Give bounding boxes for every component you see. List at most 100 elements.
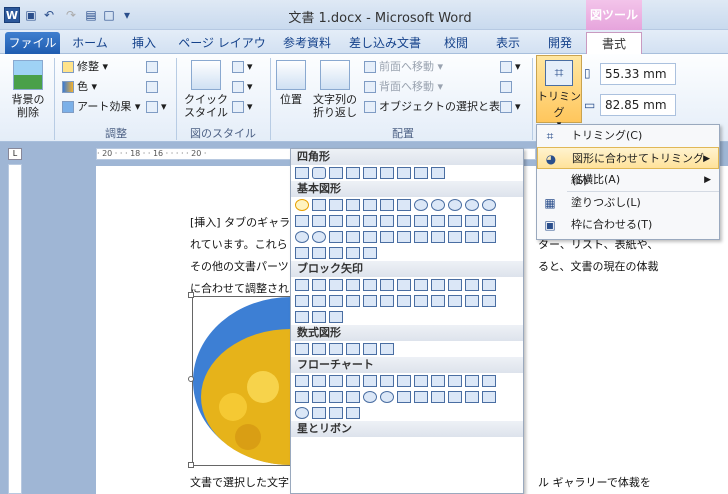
crop-icon: ⌗ [545, 60, 573, 86]
compress-icon[interactable] [146, 58, 161, 76]
selection-pane-button[interactable]: オブジェクトの選択と表示 [364, 98, 511, 116]
menu-item-fit[interactable]: ▣ 枠に合わせる(T) [537, 214, 719, 236]
group-button[interactable] [500, 78, 515, 96]
group-icon [500, 81, 512, 93]
arrange-group-label: 配置 [392, 127, 414, 140]
picture-tools-context: 図ツール [586, 0, 642, 30]
fill-icon: ▦ [544, 196, 556, 210]
redo-icon[interactable]: ↷ [64, 8, 78, 22]
correct-button[interactable]: 修整 ▾ [62, 58, 108, 76]
doc-line-2[interactable]: れています。これら [190, 236, 288, 252]
tab-view[interactable]: 表示 [486, 32, 530, 54]
flowchart-row-1[interactable] [291, 373, 523, 389]
doc-line-1[interactable]: [挿入] タブのギャラ [190, 214, 290, 230]
resize-handle[interactable] [188, 376, 194, 382]
crop-dropdown-menu: ⌗ トリミング(C) ◕ 図形に合わせてトリミング(S) ▶ 縦横比(A) ▶ … [536, 124, 720, 240]
section-basic-shapes: 基本図形 [291, 181, 523, 197]
tab-page-layout[interactable]: ページ レイアウト [176, 32, 268, 72]
position-icon [276, 60, 306, 90]
tab-file[interactable]: ファイル [5, 32, 60, 54]
basic-shapes-row-2[interactable] [291, 213, 523, 229]
art-effects-label: アート効果 [77, 100, 132, 113]
basic-shapes-row-4[interactable] [291, 245, 523, 261]
rotate-icon [500, 101, 512, 113]
doc-line-5-end[interactable]: ル ギャラリーで体裁を [538, 474, 651, 490]
wrap-text-icon [320, 60, 350, 90]
reset-picture-icon[interactable]: ▾ [146, 98, 167, 116]
align-button[interactable]: ▾ [500, 58, 521, 76]
word-logo-icon[interactable]: W [4, 7, 20, 23]
vertical-ruler[interactable] [8, 164, 22, 494]
ribbon-separator [176, 58, 177, 140]
tab-references[interactable]: 参考資料 [278, 32, 336, 54]
basic-shapes-row-3[interactable] [291, 229, 523, 245]
new-document-icon[interactable]: □ [102, 8, 116, 22]
rectangle-shapes-row[interactable] [291, 165, 523, 181]
section-equation-shapes: 数式図形 [291, 325, 523, 341]
tab-developer[interactable]: 開発 [538, 32, 582, 54]
bring-forward-button[interactable]: 前面へ移動 ▾ [364, 58, 443, 76]
flowchart-row-3[interactable] [291, 405, 523, 421]
shape-crop-icon: ◕ [545, 152, 557, 166]
fit-icon: ▣ [544, 218, 556, 232]
rotate-button[interactable]: ▾ [500, 98, 521, 116]
equation-shapes-row[interactable] [291, 341, 523, 357]
quick-styles-button[interactable]: クイック スタイル [182, 60, 230, 119]
block-arrows-row-1[interactable] [291, 277, 523, 293]
tab-format[interactable]: 書式 [586, 32, 642, 54]
selection-pane-label: オブジェクトの選択と表示 [379, 100, 511, 113]
picture-effects-button[interactable]: ▾ [232, 78, 253, 96]
crop-label: トリミング [537, 90, 581, 119]
send-backward-button[interactable]: 背面へ移動 ▾ [364, 78, 443, 96]
tab-insert[interactable]: 挿入 [122, 32, 166, 54]
resize-handle[interactable] [188, 292, 194, 298]
menu-item-crop-label: トリミング(C) [571, 129, 643, 142]
tab-mailings[interactable]: 差し込み文書 [346, 32, 424, 54]
correct-label: 修整 [77, 60, 99, 73]
color-button[interactable]: 色 ▾ [62, 78, 97, 96]
remove-background-button[interactable]: 背景の 削除 [6, 60, 50, 119]
undo-icon[interactable]: ↶ [42, 8, 56, 22]
shape-width-icon: ▭ [584, 98, 596, 112]
adjust-group-label: 調整 [105, 127, 127, 140]
doc-line-5[interactable]: 文書で選択した文字 [190, 474, 289, 490]
flowchart-row-2[interactable] [291, 389, 523, 405]
picture-styles-group-label: 図のスタイル [190, 127, 256, 140]
picture-layout-button[interactable]: ▾ [232, 98, 253, 116]
art-effects-icon [62, 101, 74, 113]
doc-line-3-end[interactable]: ると、文書の現在の体裁 [538, 258, 659, 274]
crop-button[interactable]: ⌗ トリミング ▾ [536, 55, 582, 130]
wrap-text-button[interactable]: 文字列の 折り返し [312, 60, 358, 119]
menu-item-aspect-ratio-label: 縦横比(A) [571, 173, 621, 186]
picture-border-button[interactable]: ▾ [232, 58, 253, 76]
doc-line-4[interactable]: に合わせて調整され [190, 280, 289, 296]
resize-handle[interactable] [188, 462, 194, 468]
change-picture-icon[interactable] [146, 78, 161, 96]
art-effects-button[interactable]: アート効果 ▾ [62, 98, 140, 116]
tab-selector[interactable]: L [8, 148, 22, 160]
sun-icon [62, 61, 74, 73]
position-button[interactable]: 位置 [274, 60, 308, 106]
print-preview-icon[interactable]: ▤ [84, 8, 98, 22]
menu-item-fit-label: 枠に合わせる(T) [571, 218, 653, 231]
customize-qat-icon[interactable]: ▾ [120, 8, 134, 22]
tulip-picture[interactable] [192, 296, 389, 466]
section-stars-ribbons: 星とリボン [291, 421, 523, 437]
menu-item-crop-to-shape[interactable]: ◕ 図形に合わせてトリミング(S) ▶ [537, 147, 719, 187]
section-flowchart: フローチャート [291, 357, 523, 373]
menu-item-aspect-ratio[interactable]: 縦横比(A) ▶ [537, 169, 719, 191]
menu-item-crop[interactable]: ⌗ トリミング(C) [537, 125, 719, 147]
send-backward-label: 背面へ移動 [379, 80, 434, 93]
shapes-gallery: 四角形 基本図形 ブロック矢印 数式図形 フローチャート 星とリボン [290, 148, 524, 494]
tab-home[interactable]: ホーム [68, 32, 112, 54]
send-backward-icon [364, 81, 376, 93]
height-spinner[interactable]: 55.33 mm [600, 63, 676, 85]
tab-review[interactable]: 校閲 [434, 32, 478, 54]
block-arrows-row-3[interactable] [291, 309, 523, 325]
block-arrows-row-2[interactable] [291, 293, 523, 309]
menu-item-fill[interactable]: ▦ 塗りつぶし(L) [537, 192, 719, 214]
save-icon[interactable]: ▣ [24, 8, 38, 22]
basic-shapes-row-1[interactable] [291, 197, 523, 213]
doc-line-3[interactable]: その他の文書パーツ [190, 258, 289, 274]
width-spinner[interactable]: 82.85 mm [600, 94, 676, 116]
